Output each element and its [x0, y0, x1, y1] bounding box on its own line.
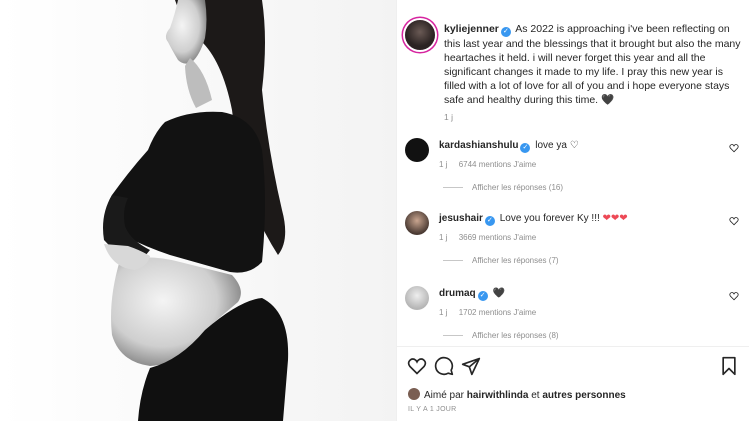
liked-by-user[interactable]: hairwithlinda: [467, 390, 529, 401]
verified-badge-icon: ✓: [484, 216, 495, 226]
post-image: [0, 0, 396, 421]
heart-small-icon[interactable]: [729, 291, 739, 301]
comment-time[interactable]: 1 j: [439, 308, 447, 317]
comment-emoji: 🖤: [492, 288, 505, 299]
comment-time[interactable]: 1 j: [439, 233, 447, 242]
caption-text: kyliejenner ✓ As 2022 is approaching i've…: [444, 22, 744, 107]
view-replies-button[interactable]: Afficher les réponses (16): [443, 183, 563, 192]
view-replies-button[interactable]: Afficher les réponses (8): [443, 331, 559, 340]
heart-small-icon[interactable]: [729, 216, 739, 226]
comment-meta: 1 j 3669 mentions J'aime: [439, 233, 545, 242]
comment-meta: 1 j 1702 mentions J'aime: [439, 308, 545, 317]
comment-likes[interactable]: 6744 mentions J'aime: [459, 160, 537, 169]
comment-meta: 1 j 6744 mentions J'aime: [439, 160, 545, 169]
comment-body: love ya: [535, 140, 567, 151]
commenter-avatar[interactable]: [405, 211, 429, 235]
post-photo[interactable]: [0, 0, 396, 421]
comment-emoji: ❤❤❤: [602, 213, 628, 224]
replies-divider: [443, 335, 463, 337]
comment-text: drumaq ✓ 🖤: [439, 288, 505, 301]
view-replies-label: Afficher les réponses (7): [472, 256, 559, 265]
caption-timestamp[interactable]: 1 j: [444, 112, 453, 122]
commenter-username[interactable]: drumaq: [439, 288, 476, 299]
comment-time[interactable]: 1 j: [439, 160, 447, 169]
verified-badge-icon: ✓: [520, 143, 531, 153]
liked-by-others[interactable]: autres personnes: [542, 390, 625, 401]
verified-badge-icon: ✓: [500, 27, 511, 37]
caption-emoji: 🖤: [601, 94, 615, 106]
comment-text: kardashianshulu ✓ love ya ♡: [439, 140, 579, 153]
comment-bubble-icon[interactable]: [434, 356, 454, 376]
commenter-username[interactable]: kardashianshulu: [439, 140, 518, 151]
liker-avatar[interactable]: [408, 388, 420, 400]
heart-outline-icon[interactable]: [407, 356, 427, 376]
comment-body: Love you forever Ky !!!: [499, 213, 600, 224]
author-username[interactable]: kyliejenner: [444, 23, 499, 35]
liked-by: Aimé par hairwithlinda et autres personn…: [408, 388, 626, 401]
commenter-username[interactable]: jesushair: [439, 213, 483, 224]
commenter-avatar[interactable]: [405, 138, 429, 162]
commenter-avatar[interactable]: [405, 286, 429, 310]
verified-badge-icon: ✓: [477, 291, 488, 301]
view-replies-label: Afficher les réponses (8): [472, 331, 559, 340]
comment-likes[interactable]: 1702 mentions J'aime: [459, 308, 537, 317]
comment-emoji: ♡: [569, 140, 579, 151]
replies-divider: [443, 187, 463, 189]
heart-small-icon[interactable]: [729, 143, 739, 153]
bookmark-icon[interactable]: [719, 356, 739, 376]
post-sidebar: kyliejenner ✓ As 2022 is approaching i've…: [396, 0, 749, 421]
comment-text: jesushair ✓ Love you forever Ky !!! ❤❤❤: [439, 213, 628, 226]
instagram-post: kyliejenner ✓ As 2022 is approaching i've…: [0, 0, 749, 421]
post-timestamp[interactable]: IL Y A 1 JOUR: [408, 406, 457, 413]
liked-by-joiner: et: [531, 390, 540, 401]
view-replies-label: Afficher les réponses (16): [472, 183, 564, 192]
liked-by-prefix: Aimé par: [424, 390, 465, 401]
view-replies-button[interactable]: Afficher les réponses (7): [443, 256, 559, 265]
comment-likes[interactable]: 3669 mentions J'aime: [459, 233, 537, 242]
author-avatar[interactable]: [405, 20, 435, 50]
caption-body: As 2022 is approaching i've been reflect…: [444, 23, 741, 106]
paper-plane-icon[interactable]: [461, 356, 481, 376]
replies-divider: [443, 260, 463, 262]
